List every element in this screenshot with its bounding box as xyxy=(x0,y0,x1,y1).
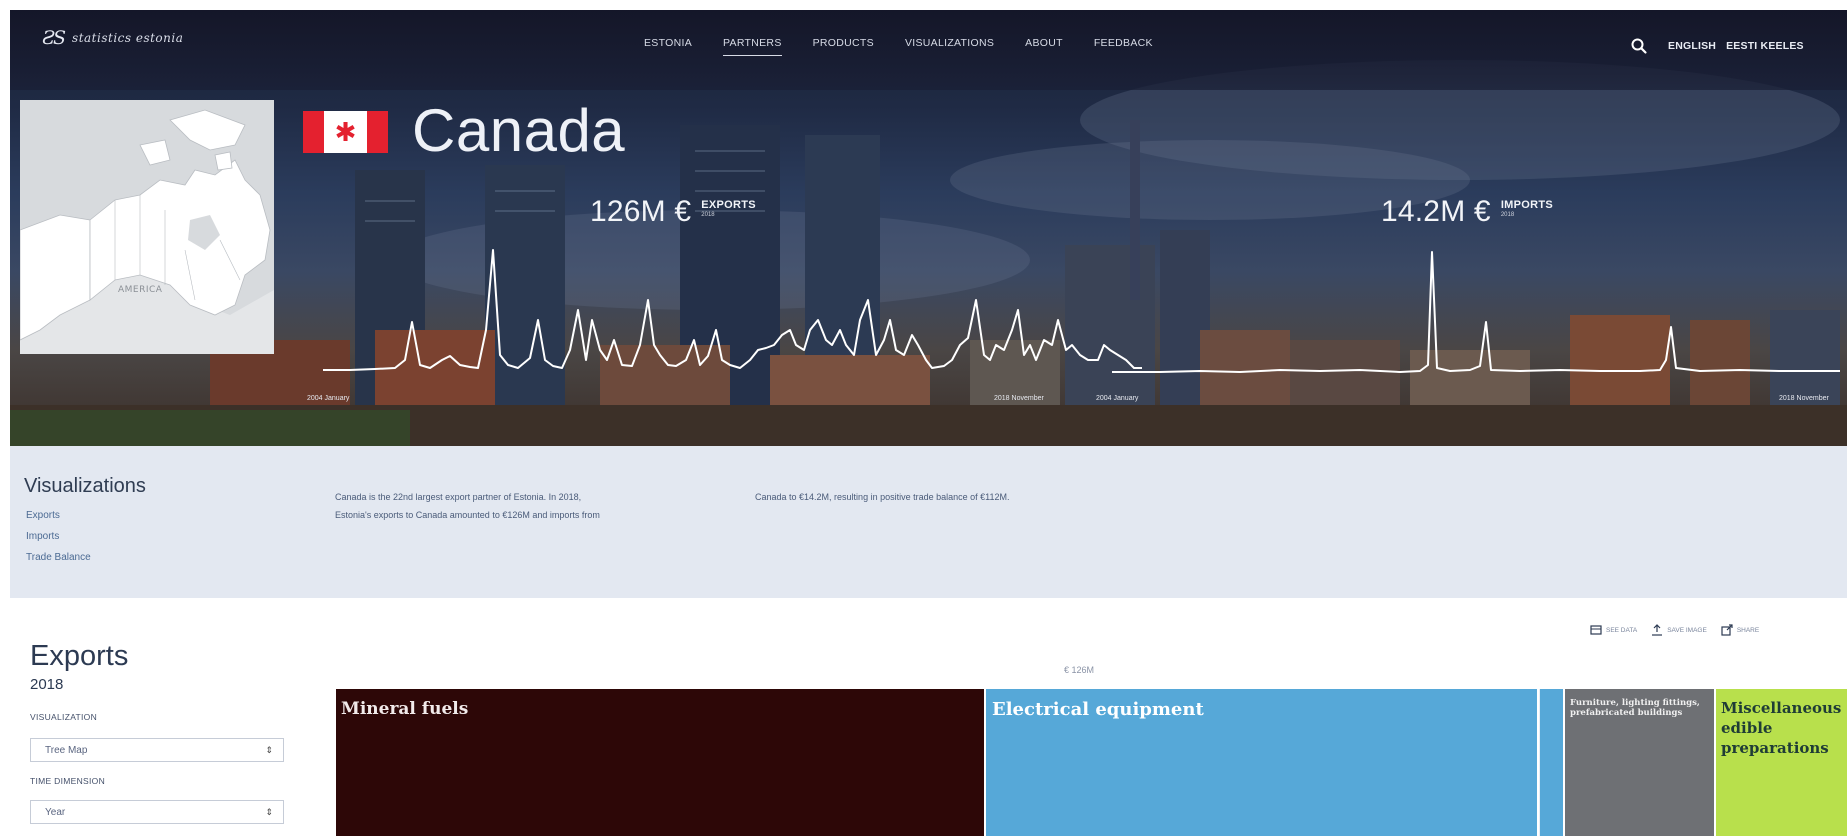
link-trade-balance[interactable]: Trade Balance xyxy=(26,552,91,563)
visualization-select[interactable]: Tree Map ⇕ xyxy=(30,738,284,762)
tile-label: Mineral fuels xyxy=(341,699,469,719)
tile-label: Furniture, lighting fittings, prefabrica… xyxy=(1570,698,1700,718)
visualization-label: VISUALIZATION xyxy=(30,712,98,722)
exports-year-label: 2018 xyxy=(30,676,64,693)
table-icon xyxy=(1590,625,1602,635)
exports-sparkline[interactable] xyxy=(323,249,1142,371)
imports-axis-end: 2018 November xyxy=(1779,395,1829,402)
imports-axis-start: 2004 January xyxy=(1096,395,1139,402)
select-arrows-icon: ⇕ xyxy=(265,806,273,817)
description-line-1: Canada is the 22nd largest export partne… xyxy=(335,492,582,502)
link-imports[interactable]: Imports xyxy=(26,531,59,542)
share-button[interactable]: SHARE xyxy=(1721,624,1759,636)
time-dimension-select-value: Year xyxy=(45,806,66,818)
exports-title: Exports xyxy=(30,640,129,672)
time-dimension-select[interactable]: Year ⇕ xyxy=(30,800,284,824)
imports-sparkline[interactable] xyxy=(1112,251,1840,373)
visualizations-title: Visualizations xyxy=(24,475,146,497)
chart-tools: SEE DATA SAVE IMAGE SHARE xyxy=(1590,624,1759,636)
exports-axis-end: 2018 November xyxy=(994,395,1044,402)
exports-axis-start: 2004 January xyxy=(307,395,350,402)
select-arrows-icon: ⇕ xyxy=(265,744,273,755)
treemap-tile-misc-edible[interactable]: Miscellaneous edible preparations xyxy=(1716,689,1847,836)
share-icon xyxy=(1721,624,1733,636)
treemap-tile-furniture[interactable]: Furniture, lighting fittings, prefabrica… xyxy=(1565,689,1714,836)
description-line-3: Canada to €14.2M, resulting in positive … xyxy=(755,492,1010,502)
link-exports[interactable]: Exports xyxy=(26,510,60,521)
treemap-tile-electrical-equipment[interactable]: Electrical equipment xyxy=(986,689,1537,836)
treemap-tile-small[interactable] xyxy=(1539,689,1563,836)
treemap-tile-mineral-fuels[interactable]: Mineral fuels xyxy=(336,689,984,836)
treemap-total: € 126M xyxy=(1064,665,1095,675)
trade-sparklines xyxy=(323,249,1840,373)
see-data-button[interactable]: SEE DATA xyxy=(1590,624,1637,636)
tile-label: Miscellaneous edible preparations xyxy=(1721,699,1842,757)
visualizations-panel: Visualizations Exports Imports Trade Bal… xyxy=(10,446,1847,598)
save-image-button[interactable]: SAVE IMAGE xyxy=(1651,624,1707,636)
time-dimension-label: TIME DIMENSION xyxy=(30,776,106,786)
tile-label: Electrical equipment xyxy=(992,699,1204,720)
description-line-2: Estonia's exports to Canada amounted to … xyxy=(335,510,600,520)
upload-icon xyxy=(1652,624,1663,636)
visualization-select-value: Tree Map xyxy=(45,744,88,756)
